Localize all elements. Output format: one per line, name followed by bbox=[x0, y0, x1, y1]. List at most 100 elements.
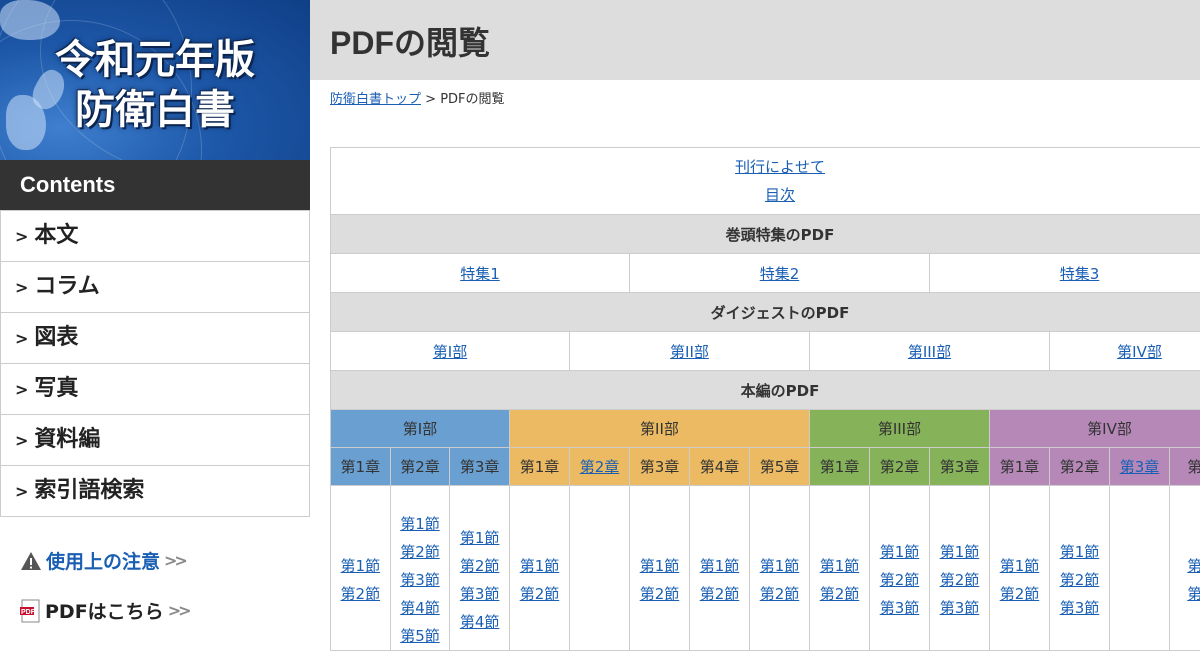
usage-notice-link[interactable]: 使用上の注意 >> bbox=[20, 547, 185, 574]
section-link[interactable]: 第1節 bbox=[810, 552, 869, 580]
section-link[interactable]: 第2節 bbox=[990, 580, 1049, 608]
section-link[interactable]: 第2 bbox=[1170, 580, 1200, 608]
chapter-cell: 第4章 bbox=[689, 448, 749, 486]
section-link[interactable]: 第3節 bbox=[450, 580, 509, 608]
sidebar-item-label[interactable]: 図表 bbox=[34, 325, 78, 350]
digest-link[interactable]: 第III部 bbox=[908, 343, 951, 361]
sections-cell: 第1節第2節第3節第4節第5節 bbox=[390, 486, 450, 651]
white-paper-banner[interactable]: 令和元年版 防衛白書 bbox=[0, 0, 310, 160]
chapter-label: 第2章 bbox=[1060, 458, 1100, 476]
feature-link[interactable]: 特集2 bbox=[760, 265, 800, 283]
chapter-cell: 第2章 bbox=[869, 448, 929, 486]
section-link[interactable]: 第2節 bbox=[870, 566, 929, 594]
chapter-cell: 第4 bbox=[1169, 448, 1200, 486]
sidebar-item[interactable]: >図表 bbox=[0, 313, 310, 364]
section-link[interactable]: 第1節 bbox=[391, 510, 450, 538]
digest-link-cell: 第I部 bbox=[331, 332, 570, 371]
sidebar-item[interactable]: > 本文 bbox=[0, 210, 310, 262]
sidebar-item[interactable]: >写真 bbox=[0, 364, 310, 415]
banner-title-line2: 防衛白書 bbox=[0, 90, 310, 130]
section-link[interactable]: 第1 bbox=[1170, 552, 1200, 580]
digest-link-cell: 第III部 bbox=[809, 332, 1049, 371]
sidebar-item-label[interactable]: コラム bbox=[34, 274, 99, 299]
section-link[interactable]: 第2節 bbox=[690, 580, 749, 608]
arrow-icon: >> bbox=[168, 601, 189, 620]
usage-notice-label[interactable]: 使用上の注意 bbox=[46, 547, 160, 574]
section-link[interactable]: 第3節 bbox=[1050, 594, 1109, 622]
section-link[interactable]: 第1節 bbox=[331, 552, 390, 580]
section-link[interactable]: 第3節 bbox=[930, 594, 989, 622]
section-link[interactable]: 第2節 bbox=[810, 580, 869, 608]
sections-cell: 第1節第2節第3節 bbox=[869, 486, 929, 651]
feature-link[interactable]: 特集1 bbox=[460, 265, 500, 283]
digest-link-cell: 第II部 bbox=[569, 332, 809, 371]
section-link[interactable]: 第1節 bbox=[930, 538, 989, 566]
breadcrumb-home-link[interactable]: 防衛白書トップ bbox=[330, 92, 421, 107]
section-link[interactable]: 第4節 bbox=[391, 594, 450, 622]
section-link[interactable]: 第2節 bbox=[391, 538, 450, 566]
sections-cell: 第1節第2節 bbox=[749, 486, 809, 651]
section-link[interactable]: 第2節 bbox=[630, 580, 689, 608]
sidebar-item[interactable]: >コラム bbox=[0, 262, 310, 313]
section-link[interactable]: 第2節 bbox=[750, 580, 809, 608]
chevron-right-icon: > bbox=[15, 431, 28, 450]
section-link[interactable]: 第1節 bbox=[750, 552, 809, 580]
sidebar-item-label[interactable]: 本文 bbox=[34, 223, 78, 248]
section-link[interactable]: 第1節 bbox=[630, 552, 689, 580]
svg-text:PDF: PDF bbox=[21, 609, 36, 616]
chapter-label: 第5章 bbox=[760, 458, 800, 476]
part-header: 第II部 bbox=[509, 410, 809, 448]
chapter-cell: 第1章 bbox=[331, 448, 391, 486]
chapter-cell[interactable]: 第2章 bbox=[569, 448, 629, 486]
section-link[interactable]: 第1節 bbox=[690, 552, 749, 580]
digest-link[interactable]: 第IV部 bbox=[1117, 343, 1162, 361]
chapter-cell: 第3章 bbox=[929, 448, 989, 486]
page-header: PDFの閲覧 bbox=[310, 0, 1200, 80]
pdf-download-link[interactable]: PDF PDFはこちら >> bbox=[20, 597, 189, 624]
chapter-label: 第3章 bbox=[940, 458, 980, 476]
digest-link[interactable]: 第I部 bbox=[433, 343, 467, 361]
map-land-shape bbox=[0, 0, 60, 40]
section-link[interactable]: 第3節 bbox=[870, 594, 929, 622]
section-link[interactable]: 第2節 bbox=[1050, 566, 1109, 594]
sections-cell bbox=[1109, 486, 1169, 651]
chapter-cell[interactable]: 第3章 bbox=[1109, 448, 1169, 486]
pdf-download-label[interactable]: PDFはこちら bbox=[45, 597, 164, 624]
section-link[interactable]: 第2節 bbox=[930, 566, 989, 594]
sections-cell: 第1節第2節 bbox=[331, 486, 391, 651]
section-link[interactable]: 第2節 bbox=[510, 580, 569, 608]
chapter-cell: 第2章 bbox=[1049, 448, 1109, 486]
sidebar-item[interactable]: > 資料編 bbox=[0, 415, 310, 466]
section-link[interactable]: 第4節 bbox=[450, 608, 509, 636]
chapter-link[interactable]: 第3章 bbox=[1120, 458, 1160, 476]
part-header: 第I部 bbox=[331, 410, 510, 448]
chapter-link[interactable]: 第2章 bbox=[580, 458, 620, 476]
sidebar-item-label[interactable]: 写真 bbox=[34, 376, 78, 401]
page-title: PDFの閲覧 bbox=[330, 18, 490, 64]
section-link[interactable]: 第2節 bbox=[450, 552, 509, 580]
sidebar-item-label[interactable]: 索引語検索 bbox=[34, 478, 144, 503]
section-link[interactable]: 第1節 bbox=[510, 552, 569, 580]
section-link[interactable]: 第1節 bbox=[870, 538, 929, 566]
section-link[interactable]: 第1節 bbox=[990, 552, 1049, 580]
section-link[interactable]: 第1節 bbox=[450, 524, 509, 552]
section-link[interactable]: 第3節 bbox=[391, 566, 450, 594]
intro-link[interactable]: 刊行によせて bbox=[331, 153, 1200, 181]
section-link[interactable]: 第1節 bbox=[1050, 538, 1109, 566]
sidebar-item[interactable]: >索引語検索 bbox=[0, 466, 310, 517]
chapter-label: 第1章 bbox=[820, 458, 860, 476]
section-link[interactable]: 第2節 bbox=[331, 580, 390, 608]
banner-title-line1: 令和元年版 bbox=[0, 40, 310, 80]
chapter-label: 第4章 bbox=[700, 458, 740, 476]
chevron-right-icon: > bbox=[15, 227, 28, 246]
feature-link[interactable]: 特集3 bbox=[1060, 265, 1100, 283]
sidebar-nav: > 本文 >コラム>図表>写真 > 資料編 >索引語検索 bbox=[0, 210, 310, 517]
sidebar-item-label[interactable]: 資料編 bbox=[34, 427, 100, 452]
section-link[interactable]: 第5節 bbox=[391, 622, 450, 650]
chapter-label: 第3章 bbox=[460, 458, 500, 476]
digest-link[interactable]: 第II部 bbox=[670, 343, 709, 361]
chapter-label: 第1章 bbox=[520, 458, 560, 476]
intro-link[interactable]: 目次 bbox=[331, 181, 1200, 209]
chapter-label: 第3章 bbox=[640, 458, 680, 476]
sections-cell: 第1節第2節第3節 bbox=[929, 486, 989, 651]
